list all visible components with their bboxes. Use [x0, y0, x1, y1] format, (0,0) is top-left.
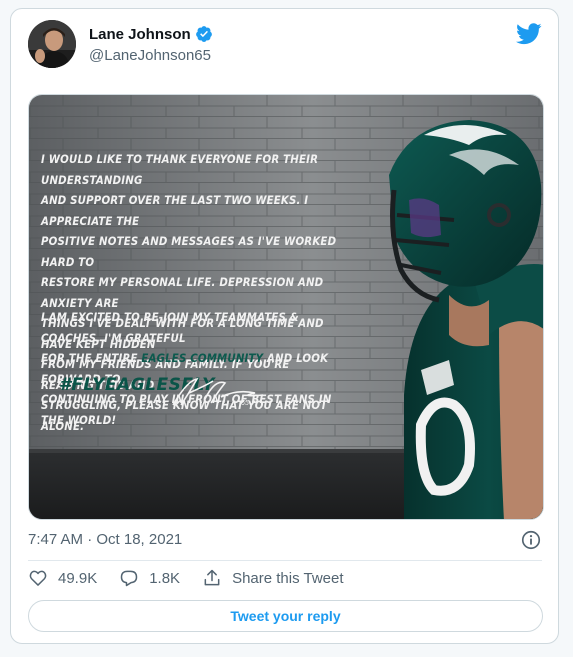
- image-message-part2: I am excited to re-join my teammates & c…: [41, 307, 340, 430]
- info-icon[interactable]: [520, 529, 542, 551]
- reply-count: 1.8K: [149, 569, 181, 587]
- reply-bubble-icon: [120, 570, 138, 587]
- svg-text:65: 65: [241, 400, 249, 407]
- reply-action[interactable]: 1.8K: [119, 568, 180, 588]
- author-handle[interactable]: @LaneJohnson65: [89, 47, 211, 64]
- image-message-highlight: Eagles community: [141, 351, 264, 365]
- like-count: 49.9K: [58, 569, 98, 587]
- share-action[interactable]: Share this Tweet: [202, 568, 344, 588]
- twitter-bird-icon[interactable]: [516, 23, 542, 45]
- author-name[interactable]: Lane Johnson: [89, 26, 191, 43]
- tweet-image[interactable]: I would like to thank everyone for their…: [28, 94, 544, 520]
- like-action[interactable]: 49.9K: [28, 568, 97, 588]
- tweet-actions: 49.9K 1.8K Share this Tweet: [28, 568, 366, 588]
- tweet-card: Lane Johnson @LaneJohnson65 I WOULD LIKE…: [10, 8, 559, 644]
- signature-mark: 65: [172, 377, 264, 407]
- share-icon: [204, 569, 220, 586]
- share-label: Share this Tweet: [232, 569, 344, 587]
- author-name-row[interactable]: Lane Johnson: [89, 25, 213, 43]
- verified-badge-icon: [195, 26, 212, 42]
- heart-icon: [29, 570, 47, 586]
- divider: [28, 560, 542, 561]
- tweet-timestamp[interactable]: 7:47 AM · Oct 18, 2021: [28, 531, 182, 548]
- avatar[interactable]: [28, 20, 76, 68]
- tweet-reply-button[interactable]: Tweet your reply: [28, 600, 543, 632]
